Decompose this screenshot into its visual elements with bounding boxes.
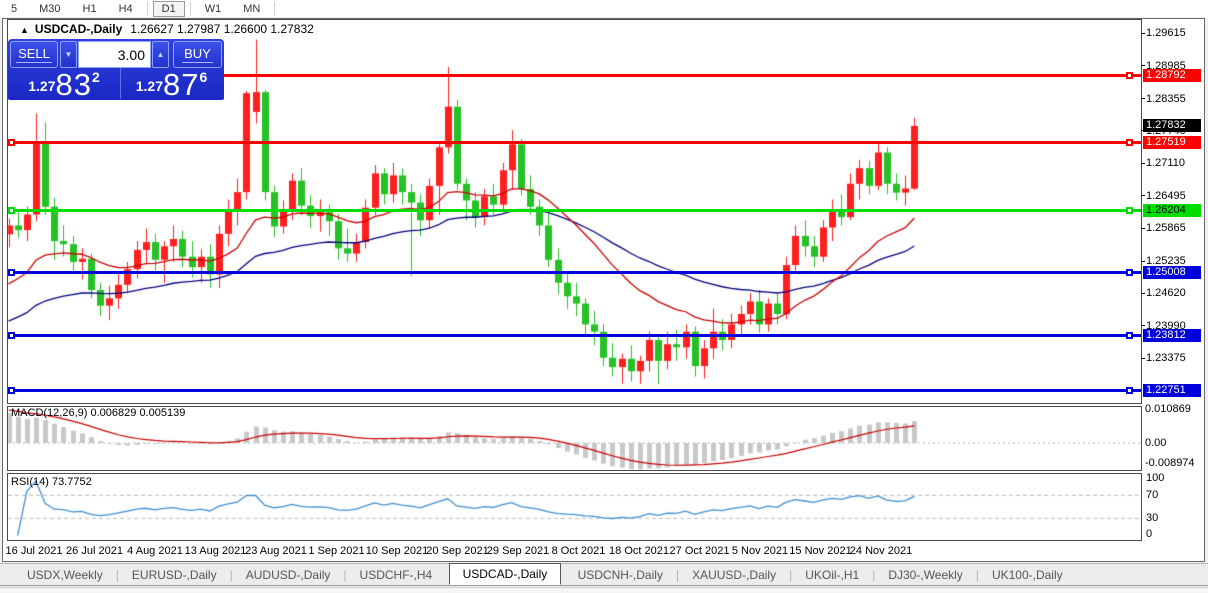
chart-tab-usdx-weekly[interactable]: USDX,Weekly	[14, 564, 116, 585]
level-price-badge: 1.22751	[1143, 384, 1201, 397]
horizontal-level-line[interactable]	[8, 141, 1141, 144]
date-axis-label: 18 Oct 2021	[609, 545, 669, 557]
date-axis-label: 16 Jul 2021	[6, 545, 63, 557]
horizontal-level-line[interactable]	[8, 389, 1141, 392]
date-axis-label: 13 Aug 2021	[185, 545, 247, 557]
level-price-badge: 1.27519	[1143, 136, 1201, 149]
price-tick-dash	[1141, 163, 1145, 164]
level-price-badge: 1.25008	[1143, 266, 1201, 279]
level-line-handle[interactable]	[8, 139, 15, 146]
one-click-trading-panel: SELL ▼ 3.00 ▲ BUY 1.27832 1.27876	[8, 39, 224, 100]
chart-tab-ukoil-h1[interactable]: UKOil-,H1	[792, 564, 872, 585]
date-axis-label: 26 Jul 2021	[66, 545, 123, 557]
price-tick-dash	[1141, 358, 1145, 359]
price-tick-label: 1.24620	[1146, 287, 1186, 299]
level-line-handle[interactable]	[1126, 139, 1133, 146]
application-window: 5M30H1H4D1W1MN ▲USDCAD-,Daily1.26627 1.2…	[0, 0, 1208, 593]
ohlc-values: 1.26627 1.27987 1.26600 1.27832	[130, 22, 314, 36]
price-tick-label: 1.27110	[1146, 157, 1185, 169]
horizontal-level-line[interactable]	[8, 209, 1141, 212]
level-price-badge: 1.26204	[1143, 204, 1201, 217]
level-line-handle[interactable]	[1126, 387, 1133, 394]
level-line-handle[interactable]	[8, 269, 15, 276]
chart-tab-usdcnh-daily[interactable]: USDCNH-,Daily	[565, 564, 676, 585]
level-line-handle[interactable]	[1126, 207, 1133, 214]
macd-tick-label: 0.010869	[1145, 403, 1191, 415]
chart-tab-uk100-daily[interactable]: UK100-,Daily	[979, 564, 1076, 585]
price-tick-dash	[1141, 228, 1145, 229]
chart-tab-dj30-weekly[interactable]: DJ30-,Weekly	[875, 564, 975, 585]
price-tick-dash	[1141, 33, 1145, 34]
level-line-handle[interactable]	[1126, 72, 1133, 79]
current-price-badge: 1.27832	[1143, 119, 1201, 132]
price-tick-dash	[1141, 261, 1145, 262]
chart-tab-usdcad-daily[interactable]: USDCAD-,Daily	[449, 563, 562, 585]
price-tick-label: 1.23375	[1146, 352, 1186, 364]
level-line-handle[interactable]	[8, 332, 15, 339]
buy-price[interactable]: 1.27876	[120, 68, 222, 99]
chart-tab-usdchf-h4[interactable]: USDCHF-,H4	[347, 564, 446, 585]
arrow-up-icon: ▲	[157, 50, 165, 59]
date-axis-label: 15 Nov 2021	[789, 545, 851, 557]
chart-title: ▲ USDCAD-,Daily 1.26627 1.27987 1.26600 1.…	[20, 22, 314, 36]
macd-label: MACD(12,26,9) 0.006829 0.005139	[11, 407, 185, 419]
arrow-down-icon: ▼	[65, 50, 73, 59]
date-axis-label: 29 Sep 2021	[487, 545, 549, 557]
chart-tab-bar: USDX,Weekly|EURUSD-,Daily|AUDUSD-,Daily|…	[0, 563, 1208, 586]
rsi-tick-label: 0	[1146, 528, 1152, 540]
date-axis-label: 24 Nov 2021	[850, 545, 912, 557]
sell-price[interactable]: 1.27832	[10, 68, 118, 99]
volume-decrease-button[interactable]: ▼	[60, 41, 77, 68]
chart-tab-xauusd-daily[interactable]: XAUUSD-,Daily	[679, 564, 789, 585]
price-tick-dash	[1141, 325, 1145, 326]
price-tick-label: 1.28355	[1146, 93, 1186, 105]
date-axis-label: 27 Oct 2021	[670, 545, 730, 557]
price-tick-dash	[1141, 195, 1145, 196]
rsi-tick-label: 100	[1146, 472, 1164, 484]
buy-button[interactable]: BUY	[173, 41, 222, 68]
date-axis-label: 20 Sep 2021	[426, 545, 488, 557]
date-axis-label: 10 Sep 2021	[366, 545, 428, 557]
price-tick-dash	[1141, 98, 1145, 99]
date-axis-label: 5 Nov 2021	[732, 545, 788, 557]
date-axis-label: 1 Sep 2021	[308, 545, 364, 557]
price-tick-label: 1.29615	[1146, 27, 1186, 39]
level-line-handle[interactable]	[8, 387, 15, 394]
date-axis-label: 23 Aug 2021	[245, 545, 307, 557]
price-tick-label: 1.25865	[1146, 222, 1186, 234]
horizontal-level-line[interactable]	[8, 271, 1141, 274]
volume-increase-button[interactable]: ▲	[152, 41, 169, 68]
price-tick-dash	[1141, 65, 1145, 66]
level-line-handle[interactable]	[1126, 332, 1133, 339]
date-axis-label: 4 Aug 2021	[127, 545, 183, 557]
rsi-tick-label: 70	[1146, 489, 1158, 501]
level-price-badge: 1.23812	[1143, 329, 1201, 342]
horizontal-level-line[interactable]	[8, 334, 1141, 337]
symbol-name: USDCAD-,Daily	[35, 22, 122, 36]
rsi-tick-label: 30	[1146, 512, 1158, 524]
rsi-label: RSI(14) 73.7752	[11, 476, 92, 488]
sell-button[interactable]: SELL	[10, 41, 58, 68]
price-tick-dash	[1141, 293, 1145, 294]
chart-tab-eurusd-daily[interactable]: EURUSD-,Daily	[119, 564, 230, 585]
level-line-handle[interactable]	[1126, 269, 1133, 276]
price-tick-label: 1.25235	[1146, 255, 1186, 267]
level-price-badge: 1.28792	[1143, 69, 1201, 82]
price-tick-label: 1.26495	[1146, 190, 1186, 202]
macd-tick-label: 0.00	[1145, 437, 1166, 449]
volume-input[interactable]: 3.00	[78, 41, 151, 68]
date-axis-label: 8 Oct 2021	[552, 545, 606, 557]
symbol-marker-icon[interactable]: ▲	[20, 25, 29, 35]
macd-tick-label: -0.008974	[1145, 457, 1195, 469]
level-line-handle[interactable]	[8, 207, 15, 214]
chart-tab-audusd-daily[interactable]: AUDUSD-,Daily	[233, 564, 344, 585]
